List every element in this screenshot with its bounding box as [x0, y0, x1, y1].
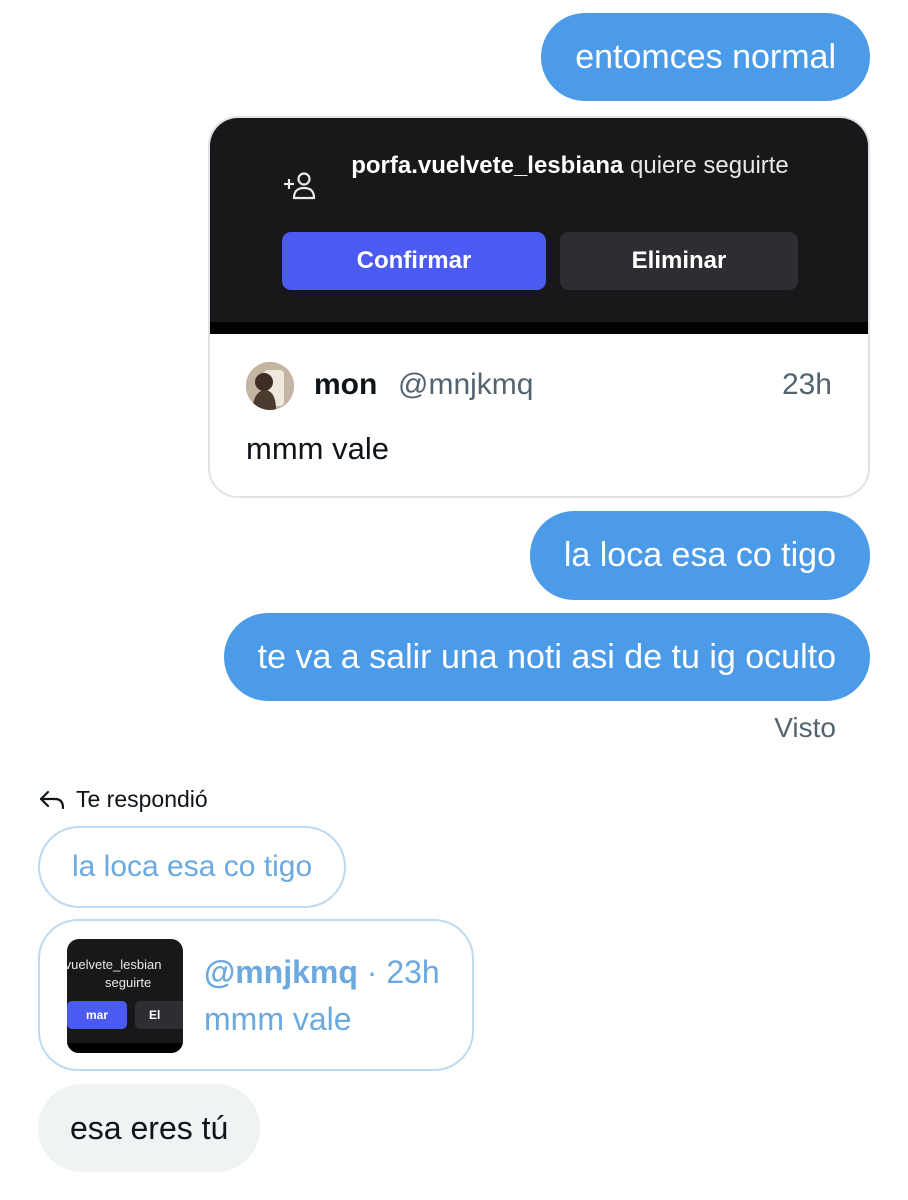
thumb-follow-text: seguirte	[105, 975, 152, 990]
reply-arrow-icon	[39, 790, 65, 809]
delete-button-image: Eliminar	[560, 232, 798, 290]
quoted-message-text: la loca esa co tigo	[72, 850, 313, 883]
post-image[interactable]: porfa.vuelvete_lesbiana quiere seguirte …	[210, 118, 868, 334]
quoted-post-time: · 23h	[357, 954, 440, 990]
received-message[interactable]: esa eres tú	[38, 1084, 261, 1172]
avatar[interactable]	[246, 362, 294, 410]
quoted-post[interactable]: .vuelvete_lesbian seguirte mar El @mnjkm…	[38, 919, 474, 1071]
thumb-confirm-button: mar	[67, 1001, 127, 1029]
post-display-name[interactable]: mon	[314, 368, 377, 402]
follow-request-message: quiere seguirte	[630, 152, 789, 179]
message-text: esa eres tú	[70, 1109, 229, 1146]
quoted-post-meta: @mnjkmq · 23h	[204, 954, 440, 991]
post-handle[interactable]: @mnjkmq	[398, 368, 533, 402]
message-text: la loca esa co tigo	[563, 536, 836, 574]
reply-indicator: Te respondió	[38, 786, 208, 813]
sent-message[interactable]: entomces normal	[541, 13, 870, 101]
shared-post-card[interactable]: porfa.vuelvete_lesbiana quiere seguirte …	[208, 116, 870, 498]
quoted-post-handle: @mnjkmq	[204, 954, 358, 990]
add-user-icon	[284, 172, 316, 200]
follow-request-username: porfa.vuelvete_lesbiana	[351, 152, 624, 179]
dm-conversation: entomces normal porfa.vuelvete_lesbiana …	[0, 0, 908, 1200]
reply-indicator-label: Te respondió	[76, 786, 208, 812]
message-text: entomces normal	[575, 37, 836, 76]
seen-status: Visto	[774, 712, 836, 743]
sent-message[interactable]: te va a salir una noti asi de tu ig ocul…	[223, 613, 870, 701]
thumb-strip	[67, 1043, 183, 1053]
quoted-post-text: mmm vale	[204, 1001, 352, 1037]
thumb-delete-button: El	[135, 1001, 183, 1029]
thumb-username: .vuelvete_lesbian	[67, 957, 162, 972]
follow-request-text: porfa.vuelvete_lesbiana quiere seguirte	[340, 150, 800, 181]
sent-message[interactable]: la loca esa co tigo	[529, 511, 870, 600]
image-bottom-strip	[210, 322, 868, 334]
post-time: 23h	[781, 368, 832, 401]
quoted-post-thumbnail: .vuelvete_lesbian seguirte mar El	[67, 939, 183, 1053]
message-text: te va a salir una noti asi de tu ig ocul…	[257, 637, 836, 676]
post-text: mmm vale	[246, 431, 389, 466]
quoted-message[interactable]: la loca esa co tigo	[38, 826, 347, 908]
confirm-button-image: Confirmar	[282, 232, 546, 290]
